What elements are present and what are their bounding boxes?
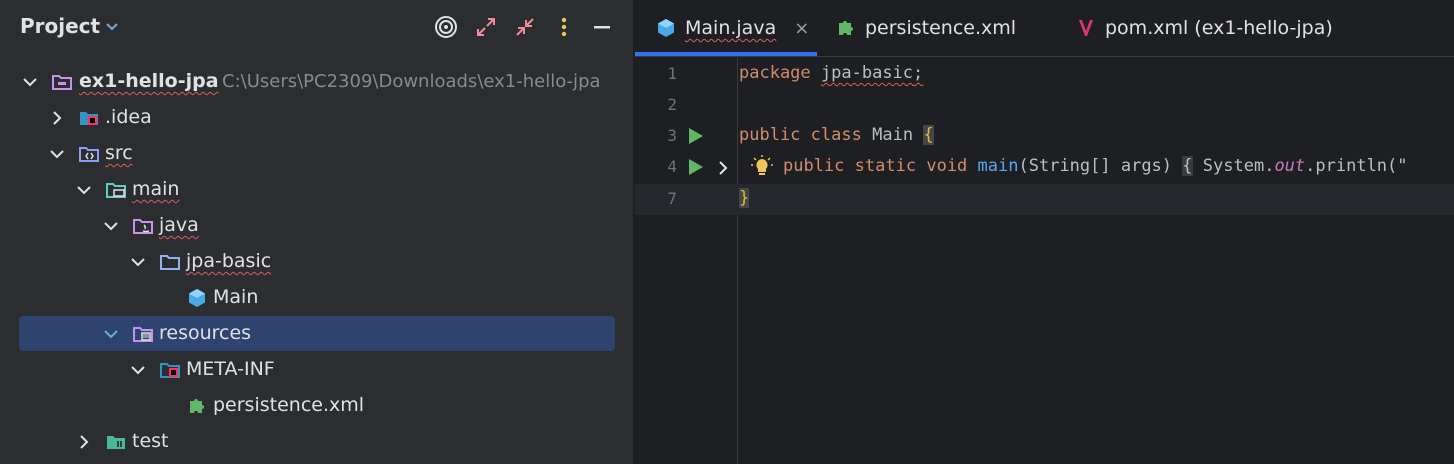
chevron-down-icon[interactable] — [103, 326, 119, 342]
tree-item-label: resources — [159, 322, 252, 344]
project-path: C:\Users\PC2309\Downloads\ex1-hello-jpa — [222, 71, 601, 92]
source-folder-icon — [78, 143, 100, 165]
project-title: Project — [20, 14, 101, 38]
chevron-down-icon[interactable] — [49, 146, 65, 162]
chevron-down-icon[interactable] — [103, 218, 119, 234]
target-icon[interactable] — [433, 14, 459, 40]
editor-tabs: Main.java × persistence.xml pom.xml (ex1… — [635, 0, 1454, 57]
resources-folder-icon — [132, 323, 154, 345]
tab-persistence-xml[interactable]: persistence.xml — [835, 0, 1016, 56]
tree-item-label: persistence.xml — [213, 394, 365, 416]
tab-label: Main.java — [685, 17, 777, 39]
tree-item-test[interactable]: test — [0, 424, 633, 460]
module-folder-icon — [51, 71, 73, 93]
project-panel: Project ex1-hello-jpa C:\Users\PC2309\Do… — [0, 0, 633, 464]
tree-item-meta-inf[interactable]: META-INF — [0, 352, 633, 388]
meta-inf-folder-icon — [159, 359, 181, 381]
tree-item-main-class[interactable]: Main — [0, 280, 633, 316]
tab-label: pom.xml (ex1-hello-jpa) — [1105, 17, 1333, 39]
chevron-right-icon[interactable] — [715, 160, 731, 176]
line-number: 3 — [667, 126, 677, 145]
line-number: 1 — [667, 64, 677, 83]
lightbulb-icon[interactable] — [751, 155, 773, 179]
main-folder-icon — [105, 179, 127, 201]
line-number: 4 — [667, 157, 677, 176]
chevron-down-icon[interactable] — [76, 182, 92, 198]
tree-item-src[interactable]: src — [0, 136, 633, 172]
package-folder-icon — [159, 251, 181, 273]
tree-item-label: src — [105, 142, 133, 164]
line-number: 2 — [667, 95, 677, 114]
tree-item-label: Main — [213, 286, 259, 308]
idea-folder-icon — [78, 107, 100, 129]
tab-label: persistence.xml — [865, 17, 1017, 39]
tree-item-persistence-xml[interactable]: persistence.xml — [0, 388, 633, 424]
tree-item-label: jpa-basic — [186, 250, 272, 272]
chevron-right-icon[interactable] — [76, 434, 92, 450]
tree-item-label: main — [132, 178, 180, 200]
chevron-down-icon[interactable] — [130, 362, 146, 378]
code-line-current[interactable]: 7 } — [635, 184, 1454, 215]
run-icon[interactable] — [687, 127, 705, 145]
persistence-xml-icon — [186, 395, 208, 417]
chevron-down-icon[interactable] — [22, 74, 38, 90]
active-tab-indicator — [635, 52, 817, 56]
code-line[interactable]: 3 public class Main { — [635, 121, 1454, 152]
code-text: public static void main(String[] args) {… — [783, 156, 1408, 176]
close-icon[interactable]: × — [794, 18, 809, 39]
tab-pom-xml[interactable]: pom.xml (ex1-hello-jpa) — [1075, 0, 1333, 56]
code-line[interactable]: 4 public static void main(String[] args)… — [635, 152, 1454, 183]
line-number: 7 — [667, 189, 677, 208]
more-options-icon[interactable] — [551, 14, 577, 40]
code-text: package jpa-basic; — [739, 63, 924, 83]
java-class-icon — [186, 287, 208, 309]
code-line[interactable]: 1 package jpa-basic; — [635, 59, 1454, 90]
tree-item-label: ex1-hello-jpa — [79, 70, 219, 92]
maven-icon — [1075, 17, 1097, 39]
tree-item-label: META-INF — [186, 358, 275, 380]
persistence-xml-icon — [835, 17, 857, 39]
java-source-root-icon — [132, 215, 154, 237]
chevron-right-icon[interactable] — [49, 110, 65, 126]
collapse-all-icon[interactable] — [512, 14, 538, 40]
project-view-selector[interactable]: Project — [20, 14, 118, 38]
tree-item-java[interactable]: java — [0, 208, 633, 244]
tree-item-ex1-hello-jpa[interactable]: ex1-hello-jpa C:\Users\PC2309\Downloads\… — [0, 64, 633, 100]
tree-item-label: test — [132, 430, 169, 452]
tree-item-jpa-basic[interactable]: jpa-basic — [0, 244, 633, 280]
code-text: public class Main { — [739, 125, 934, 145]
project-panel-header: Project — [0, 0, 633, 54]
tree-item-resources[interactable]: resources — [0, 316, 633, 352]
tree-item-main[interactable]: main — [0, 172, 633, 208]
editor-panel: Main.java × persistence.xml pom.xml (ex1… — [635, 0, 1454, 464]
java-class-icon — [655, 17, 677, 39]
tree-item-label: .idea — [105, 106, 152, 128]
code-line[interactable]: 2 — [635, 90, 1454, 121]
expand-all-icon[interactable] — [473, 14, 499, 40]
code-text: } — [739, 188, 750, 208]
tab-main-java[interactable]: Main.java × — [655, 0, 809, 56]
test-folder-icon — [105, 431, 127, 453]
tree-item-idea[interactable]: .idea — [0, 100, 633, 136]
run-icon[interactable] — [687, 158, 705, 176]
chevron-down-icon[interactable] — [130, 254, 146, 270]
minimize-icon[interactable] — [589, 14, 615, 40]
chevron-down-icon — [106, 19, 118, 35]
tree-item-label: java — [159, 214, 199, 236]
